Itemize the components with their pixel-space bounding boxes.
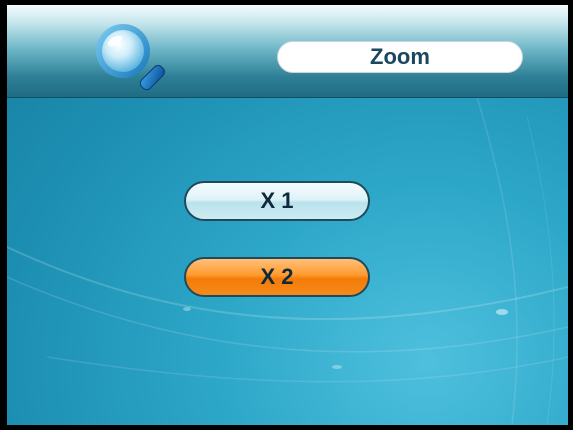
screen-frame: Zoom X 1 X 2 <box>0 0 573 430</box>
zoom-x1-button[interactable]: X 1 <box>184 181 370 221</box>
search-icon <box>96 24 165 91</box>
header-bar: Zoom <box>7 5 568 97</box>
zoom-x2-button[interactable]: X 2 <box>184 257 370 297</box>
page-title: Zoom <box>277 41 523 73</box>
zoom-screen: Zoom X 1 X 2 <box>7 5 568 425</box>
